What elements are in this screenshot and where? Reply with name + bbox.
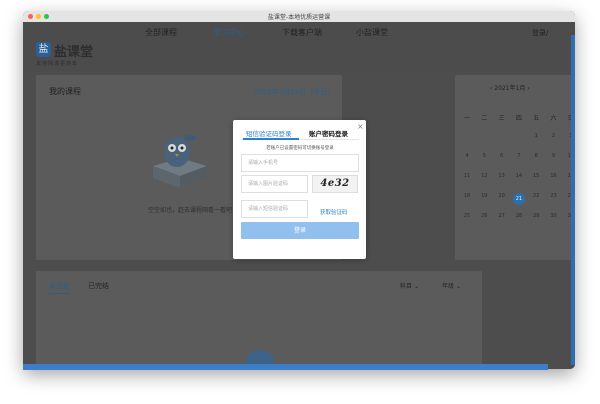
calendar-month-nav[interactable]: ‹ 2021年1月 › bbox=[490, 83, 530, 92]
calendar-day[interactable]: 7 bbox=[513, 153, 525, 159]
calendar-card bbox=[455, 75, 575, 260]
calendar-weekday: 三 bbox=[498, 115, 505, 122]
nav-small-classroom[interactable]: 小盐课堂 bbox=[356, 27, 388, 38]
subject-filter[interactable]: 科目 ⌄ bbox=[400, 281, 419, 290]
calendar-day[interactable]: 2 bbox=[548, 133, 560, 139]
close-icon[interactable]: × bbox=[357, 122, 364, 131]
calendar-day[interactable]: 16 bbox=[548, 173, 560, 179]
login-button[interactable]: 登录 bbox=[241, 222, 359, 239]
calendar-day[interactable]: 25 bbox=[461, 213, 473, 219]
calendar-day[interactable]: 23 bbox=[548, 193, 560, 199]
calendar-day[interactable]: 20 bbox=[496, 193, 508, 199]
calendar-day[interactable]: 11 bbox=[461, 173, 473, 179]
logo-icon: 盐 bbox=[36, 42, 51, 57]
calendar-weekday: 四 bbox=[515, 115, 522, 122]
title-bar: 盐课堂-本地优质运营课 bbox=[23, 11, 575, 22]
calendar-day[interactable]: 29 bbox=[530, 213, 542, 219]
captcha-image[interactable]: 4e32 bbox=[312, 175, 358, 193]
calendar-today[interactable]: 21 bbox=[512, 193, 525, 205]
tab-finished[interactable]: 已完结 bbox=[88, 281, 109, 291]
phone-input[interactable]: 请输入手机号 bbox=[241, 154, 359, 172]
logo-text: 盐课堂 bbox=[54, 45, 94, 60]
horizontal-scrollbar[interactable] bbox=[23, 364, 548, 370]
nav-download-client[interactable]: 下载客户端 bbox=[282, 27, 322, 38]
chevron-down-icon: ⌄ bbox=[455, 283, 461, 290]
login-link[interactable]: 登录/ bbox=[532, 28, 548, 38]
calendar-weekday: 二 bbox=[481, 115, 488, 122]
calendar-day[interactable]: 12 bbox=[478, 173, 490, 179]
calendar-day[interactable]: 9 bbox=[548, 153, 560, 159]
captcha-input[interactable]: 请输入图片验证码 bbox=[241, 175, 308, 193]
calendar-day[interactable]: 28 bbox=[513, 213, 525, 219]
grade-filter[interactable]: 年级 ⌄ bbox=[442, 281, 461, 290]
calendar-day[interactable]: 14 bbox=[513, 173, 525, 179]
calendar-day[interactable]: 8 bbox=[530, 153, 542, 159]
calendar-weekday: 五 bbox=[533, 115, 540, 122]
get-code-button[interactable]: 获取验证码 bbox=[320, 208, 348, 216]
calendar-day[interactable]: 26 bbox=[478, 213, 490, 219]
empty-courses-text: 空空如也，赶去课程网看一看吧 bbox=[148, 207, 233, 214]
calendar-day[interactable]: 22 bbox=[530, 193, 542, 199]
login-hint: 若账户已设置密码可切换账号登录 bbox=[266, 146, 334, 151]
calendar-weekday: 六 bbox=[550, 115, 557, 122]
nav-all-courses[interactable]: 全部课程 bbox=[145, 27, 177, 38]
calendar-weekday: 一 bbox=[463, 115, 470, 122]
grade-filter-label: 年级 bbox=[442, 283, 455, 290]
calendar-day[interactable]: 1 bbox=[530, 133, 542, 139]
vertical-scrollbar[interactable] bbox=[571, 35, 575, 365]
calendar-day[interactable]: 15 bbox=[530, 173, 542, 179]
calendar-day[interactable]: 18 bbox=[461, 193, 473, 199]
calendar-day[interactable]: 19 bbox=[478, 193, 490, 199]
tab-unfinished[interactable]: 未完结 bbox=[49, 281, 70, 294]
calendar-day[interactable]: 6 bbox=[496, 153, 508, 159]
empty-mascot-illustration bbox=[153, 135, 207, 188]
nav-learning-center[interactable]: 学习中心 bbox=[213, 27, 245, 38]
calendar-day[interactable]: 27 bbox=[496, 213, 508, 219]
sms-code-input[interactable]: 请输入短信验证码 bbox=[241, 200, 308, 218]
subject-filter-label: 科目 bbox=[400, 283, 413, 290]
window-title: 盐课堂-本地优质运营课 bbox=[267, 14, 331, 21]
calendar-day[interactable]: 30 bbox=[548, 213, 560, 219]
today-date: 2021年1月21日（今日） bbox=[254, 88, 335, 96]
active-tab-underline bbox=[243, 138, 299, 140]
calendar-day[interactable]: 13 bbox=[496, 173, 508, 179]
chevron-down-icon: ⌄ bbox=[413, 283, 419, 290]
logo-subtitle: 本地网课更简单 bbox=[36, 61, 79, 67]
my-courses-title: 我的课程 bbox=[49, 87, 81, 96]
tab-password-login[interactable]: 账户密码登录 bbox=[309, 128, 348, 138]
calendar-day[interactable]: 5 bbox=[478, 153, 490, 159]
calendar-day[interactable]: 4 bbox=[461, 153, 473, 159]
tab-sms-login[interactable]: 短信验证码登录 bbox=[246, 128, 292, 138]
